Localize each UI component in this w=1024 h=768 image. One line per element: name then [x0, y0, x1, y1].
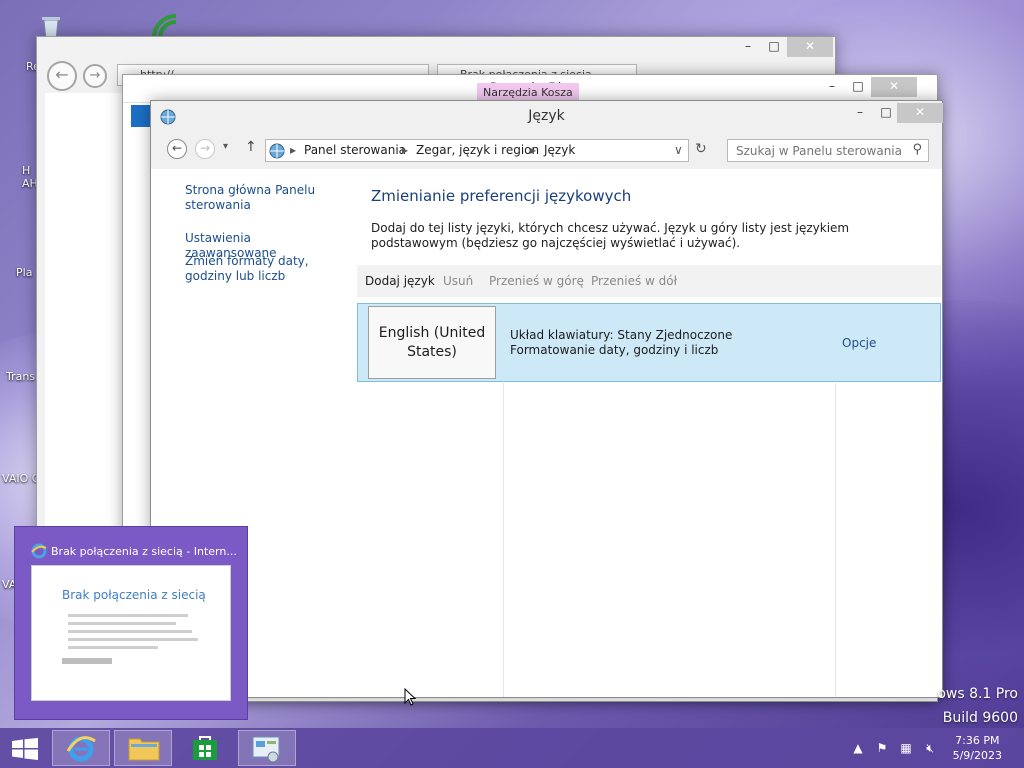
control-panel-icon — [252, 736, 280, 763]
taskbar-internet-explorer[interactable] — [52, 730, 110, 766]
add-language-button[interactable]: Dodaj język — [365, 274, 435, 288]
link-change-date-time-formats[interactable]: Zmień formaty daty, godziny lub liczb — [185, 254, 345, 284]
desktop-icon-label: VAIO C — [2, 472, 40, 485]
internet-explorer-icon — [31, 543, 47, 559]
thumbnail-button — [62, 658, 112, 664]
start-button[interactable] — [12, 738, 38, 760]
breadcrumb-separator: ▸ — [530, 143, 537, 157]
up-arrow-icon[interactable]: ↑ — [245, 139, 257, 155]
move-down-button[interactable]: Przenieś w dół — [591, 274, 677, 288]
browser-titlebar — [37, 37, 835, 67]
thumbnail-page: Brak połączenia z siecią — [31, 565, 231, 701]
taskbar-control-panel[interactable] — [238, 730, 296, 766]
thumbnail-page-heading: Brak połączenia z siecią — [62, 588, 206, 602]
back-button[interactable]: ← — [47, 61, 77, 91]
search-box[interactable]: ⚲ — [727, 139, 929, 162]
refresh-icon[interactable]: ↻ — [695, 141, 707, 157]
language-toolbar: Dodaj język Usuń Przenieś w górę Przenie… — [357, 265, 941, 297]
language-name-tile[interactable]: English (United States) — [368, 306, 496, 379]
mouse-cursor-icon — [404, 688, 416, 706]
clock-time: 7:36 PM — [955, 734, 1000, 747]
page-title: Zmienianie preferencji językowych — [371, 187, 632, 205]
language-window: Język – □ ✕ ← → ▾ ↑ ▸ Panel sterowania ▸… — [150, 100, 943, 698]
remove-button[interactable]: Usuń — [443, 274, 473, 288]
breadcrumb-item-language[interactable]: Język — [544, 143, 575, 157]
taskbar-store[interactable] — [176, 730, 234, 766]
folder-icon — [128, 738, 160, 761]
internet-explorer-icon — [66, 736, 96, 762]
taskbar-file-explorer[interactable] — [114, 730, 172, 766]
keyboard-layout-text: Układ klawiatury: Stany Zjednoczone — [510, 328, 733, 342]
thumbnail-text-line — [68, 614, 188, 617]
control-panel-icon — [269, 143, 285, 159]
close-button[interactable]: ✕ — [897, 103, 943, 123]
options-link[interactable]: Opcje — [842, 336, 876, 350]
back-button[interactable]: ← — [167, 139, 187, 159]
taskbar-thumbnail-preview[interactable]: Brak połączenia z siecią - Intern... Bra… — [14, 526, 248, 720]
breadcrumb-separator: ▸ — [402, 143, 409, 157]
forward-button[interactable]: → — [83, 64, 107, 88]
address-bar: ← → ▾ ↑ ▸ Panel sterowania ▸ Zegar, języ… — [151, 131, 942, 169]
column-divider — [503, 383, 504, 697]
clock-date: 5/9/2023 — [952, 749, 1002, 762]
clock[interactable]: 7:36 PM 5/9/2023 — [953, 733, 1002, 763]
recycle-titlebar: Recycle Bin Narzędzia Kosza — [123, 75, 937, 103]
thumbnail-text-line — [68, 646, 158, 649]
breadcrumb-item-control-panel[interactable]: Panel sterowania — [304, 143, 406, 157]
taskbar: ▲ ⚑ ▦ 🔇︎ 7:36 PM 5/9/2023 — [0, 728, 1024, 768]
thumbnail-title: Brak połączenia z siecią - Intern... — [51, 545, 237, 558]
forward-button[interactable]: → — [195, 139, 215, 159]
column-divider — [835, 383, 836, 697]
thumbnail-text-line — [68, 638, 198, 641]
recent-locations-chevron-icon[interactable]: ▾ — [223, 141, 228, 152]
link-control-panel-home[interactable]: Strona główna Panelu sterowania — [185, 183, 345, 213]
build-watermark: Build 9600 — [942, 710, 1018, 726]
language-details: Układ klawiatury: Stany Zjednoczone Form… — [510, 328, 732, 358]
address-dropdown-icon[interactable]: ∨ — [674, 143, 683, 157]
desktop-icon-label: Trans — [6, 370, 36, 383]
edition-watermark: ows 8.1 Pro — [937, 686, 1018, 702]
breadcrumb-separator: ▸ — [290, 143, 297, 157]
language-list-item[interactable]: English (United States) Układ klawiatury… — [357, 303, 941, 382]
desktop-icon-label: Pla — [16, 266, 33, 279]
maximize-button[interactable]: □ — [843, 77, 873, 97]
store-icon — [193, 736, 217, 760]
volume-muted-icon[interactable]: 🔇︎ — [922, 740, 938, 756]
close-button[interactable]: ✕ — [871, 77, 917, 97]
language-titlebar: Język — [151, 101, 942, 131]
window-title: Język — [528, 108, 565, 124]
thumbnail-text-line — [68, 622, 176, 625]
move-up-button[interactable]: Przenieś w górę — [489, 274, 584, 288]
thumbnail-text-line — [68, 630, 192, 633]
breadcrumb[interactable]: ▸ Panel sterowania ▸ Zegar, język i regi… — [265, 139, 689, 162]
show-hidden-icons-chevron-icon[interactable]: ▲ — [850, 740, 866, 756]
maximize-button[interactable]: □ — [759, 37, 789, 57]
close-button[interactable]: ✕ — [787, 37, 833, 57]
network-disconnected-icon[interactable]: ▦ — [898, 740, 914, 756]
action-center-flag-icon[interactable]: ⚑ — [874, 740, 890, 756]
search-icon[interactable]: ⚲ — [912, 142, 922, 157]
page-description: Dodaj do tej listy języki, których chces… — [371, 221, 850, 250]
search-input[interactable] — [728, 140, 906, 161]
breadcrumb-item-clock-region[interactable]: Zegar, język i region — [416, 143, 539, 157]
formatting-text: Formatowanie daty, godziny i liczb — [510, 343, 719, 357]
